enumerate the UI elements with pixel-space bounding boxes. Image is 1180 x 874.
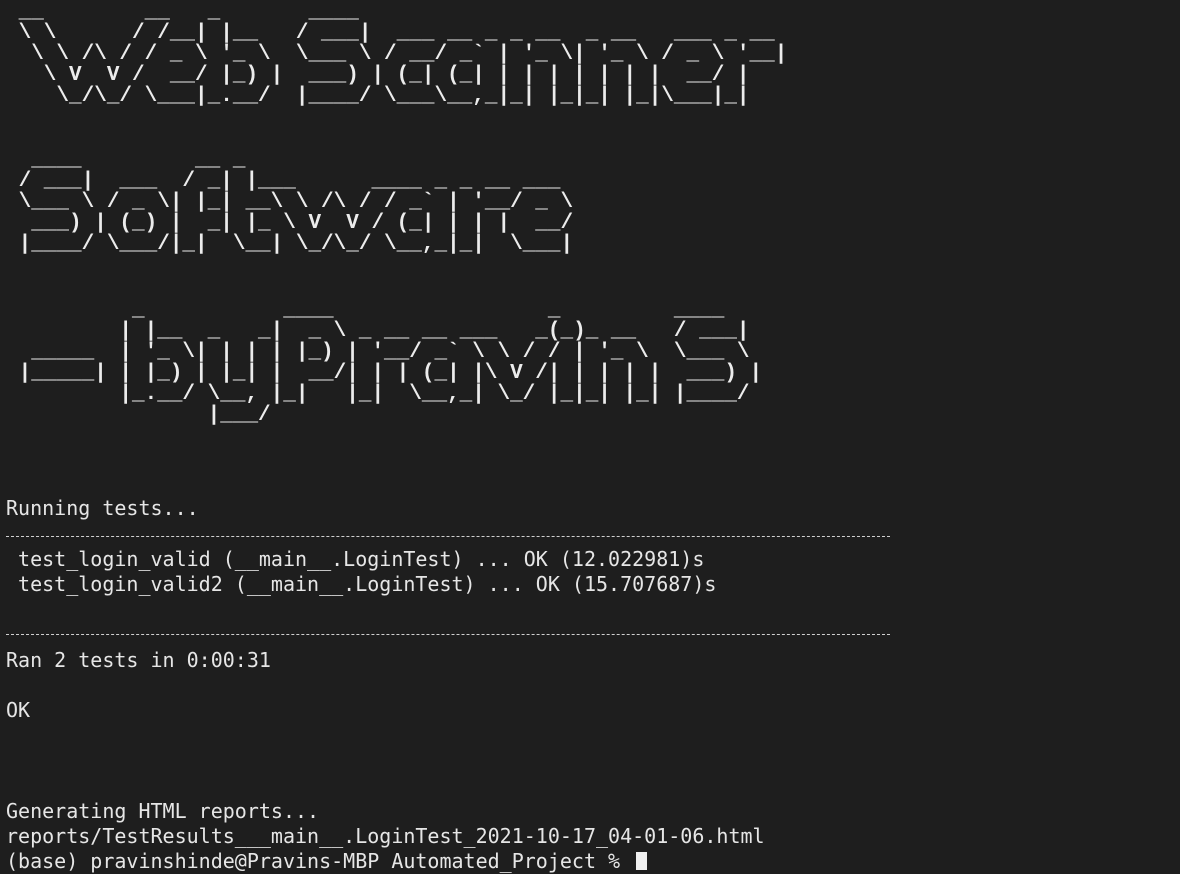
ascii-banner-author: _ ____ _ ____ | |__ _ _| _ \ _ __ __ ___… [18, 299, 763, 427]
terminal-window[interactable]: __ __ _ ____ \ \ / /__| |__ / ___| ___ _… [0, 0, 1180, 873]
tests-summary-line: Ran 2 tests in 0:00:31 [6, 648, 271, 672]
shell-prompt-text: (base) pravinshinde@Pravins-MBP Automate… [6, 849, 633, 873]
ascii-banner-subtitle: ____ __ _ / ___| ___ / _| |___ ____ _ _ … [18, 149, 574, 256]
separator-top [6, 536, 890, 537]
test-result-line: test_login_valid2 (__main__.LoginTest) .… [6, 572, 717, 596]
tests-status-line: OK [6, 698, 31, 722]
test-result-line: test_login_valid (__main__.LoginTest) ..… [6, 547, 705, 571]
running-tests-line: Running tests... [6, 496, 199, 520]
shell-prompt-line[interactable]: (base) pravinshinde@Pravins-MBP Automate… [6, 849, 648, 874]
generating-reports-line: Generating HTML reports... [6, 799, 320, 823]
ascii-banner-title: __ __ _ ____ \ \ / /__| |__ / ___| ___ _… [18, 1, 788, 108]
separator-bottom [6, 634, 890, 635]
cursor-icon [636, 852, 648, 870]
report-path-line[interactable]: reports/TestResults___main__.LoginTest_2… [6, 824, 765, 849]
